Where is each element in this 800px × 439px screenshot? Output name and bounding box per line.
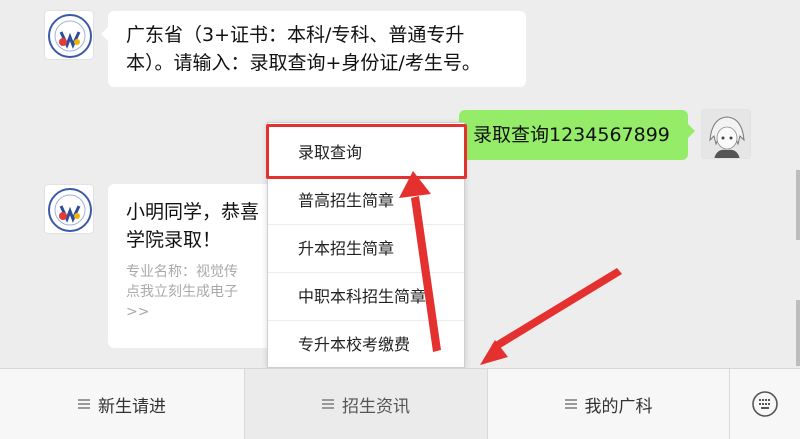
menu-item-upgrade-brochure[interactable]: 升本招生简章 <box>268 225 464 273</box>
tab-new-students[interactable]: 新生请进 <box>0 369 245 439</box>
message-line: 小明同学，恭喜 <box>126 201 260 223</box>
tab-label: 新生请进 <box>98 396 166 417</box>
menu-item-vocational-brochure[interactable]: 中职本科招生简章 <box>268 273 464 321</box>
user-message-bubble: 录取查询1234567899 <box>459 110 695 160</box>
tab-my-school[interactable]: 我的广科 <box>488 369 730 439</box>
school-logo-icon <box>48 188 92 232</box>
highlight-box <box>266 124 467 179</box>
user-message-text: 录取查询1234567899 <box>473 124 670 146</box>
menu-lines-icon <box>78 399 90 409</box>
anime-avatar-icon <box>702 110 750 158</box>
bottom-menu-bar: 新生请进 招生资讯 我的广科 <box>0 368 800 439</box>
detail-line: 专业名称：视觉传 <box>126 264 238 280</box>
more-arrow[interactable]: >> <box>126 302 260 322</box>
scrollbar[interactable] <box>796 170 800 240</box>
scrollbar[interactable] <box>796 300 800 366</box>
message-line: 学院录取！ <box>126 229 222 251</box>
detail-link[interactable]: 点我立刻生成电子 <box>126 282 260 302</box>
keyboard-toggle-button[interactable] <box>730 369 800 439</box>
bot-avatar[interactable] <box>44 10 94 60</box>
message-line: 广东省（3+证书：本科/专科、普通专升 <box>126 24 465 46</box>
bot-message-bubble: 广东省（3+证书：本科/专科、普通专升 本）。请输入：录取查询+身份证/考生号。 <box>101 11 526 87</box>
user-avatar[interactable] <box>701 109 751 159</box>
school-logo-icon <box>48 14 92 58</box>
menu-lines-icon <box>564 399 577 409</box>
bot-message-bubble[interactable]: 小明同学，恭喜 学院录取！ 专业名称：视觉传 点我立刻生成电子 >> <box>108 184 278 348</box>
tab-label: 我的广科 <box>584 396 653 417</box>
tab-admission-info[interactable]: 招生资讯 <box>245 369 488 439</box>
message-line: 本）。请输入：录取查询+身份证/考生号。 <box>126 52 481 74</box>
keyboard-icon <box>752 391 778 417</box>
tab-label: 招生资讯 <box>342 396 410 417</box>
menu-lines-icon <box>322 399 334 409</box>
menu-item-general-brochure[interactable]: 普高招生简章 <box>268 177 464 225</box>
menu-item-exam-fee[interactable]: 专升本校考缴费 <box>268 321 464 369</box>
bot-avatar[interactable] <box>44 184 94 234</box>
